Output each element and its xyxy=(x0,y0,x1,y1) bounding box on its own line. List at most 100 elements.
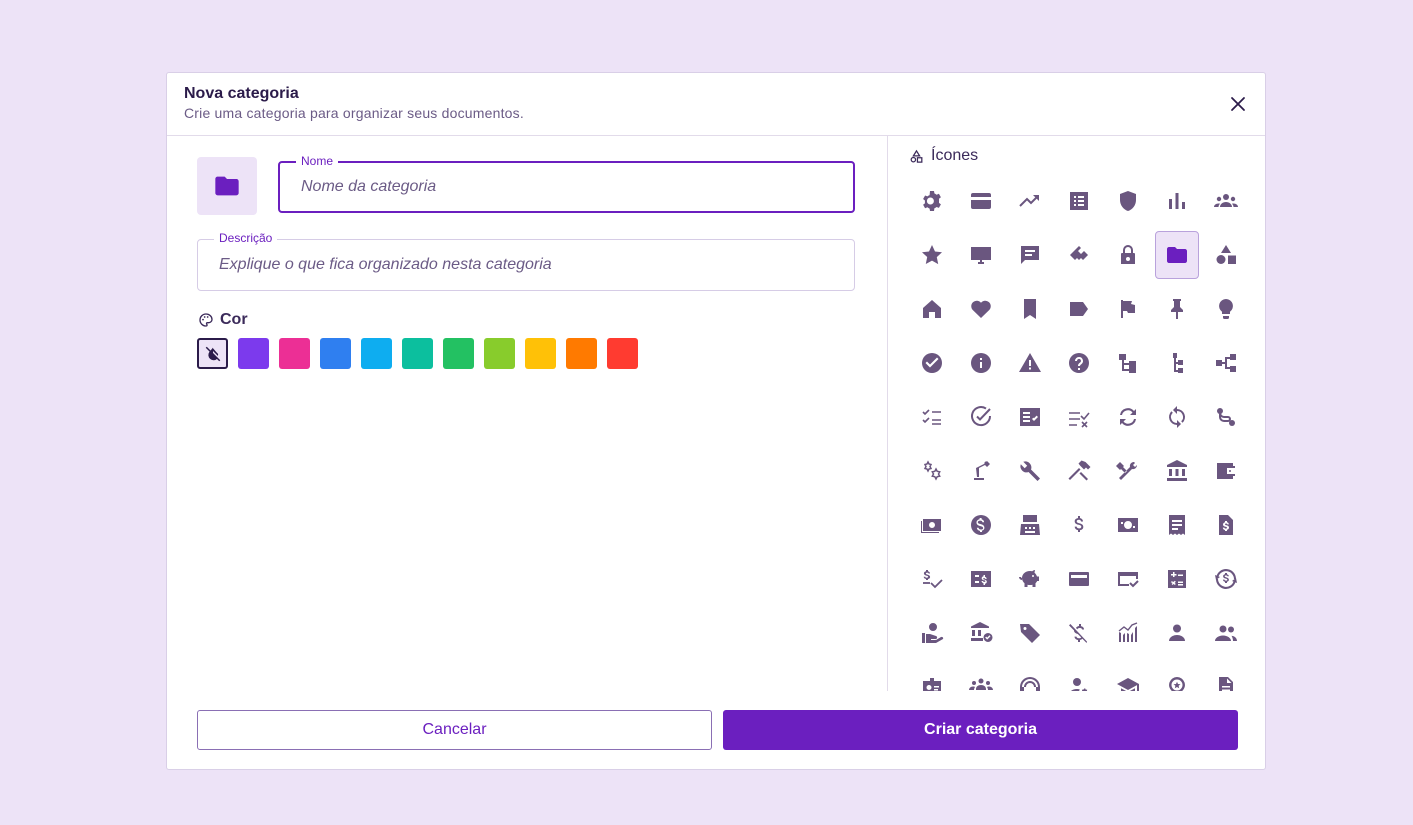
icon-option-chat[interactable] xyxy=(1008,231,1052,279)
icon-option-check-circle[interactable] xyxy=(910,339,954,387)
icon-option-monitor[interactable] xyxy=(959,231,1003,279)
icon-option-receipt[interactable] xyxy=(1155,501,1199,549)
icon-option-tools[interactable] xyxy=(1106,447,1150,495)
color-swatch[interactable] xyxy=(443,338,474,369)
color-swatch[interactable] xyxy=(279,338,310,369)
icon-option-piggy-bank[interactable] xyxy=(1008,555,1052,603)
icon-option-shield[interactable] xyxy=(1106,177,1150,225)
icon-option-person[interactable] xyxy=(1155,609,1199,657)
icon-option-rule[interactable] xyxy=(1057,393,1101,441)
icon-option-fact-check[interactable] xyxy=(1008,393,1052,441)
icon-option-heart[interactable] xyxy=(959,285,1003,333)
icon-option-money-off[interactable] xyxy=(1057,609,1101,657)
icon-option-bookmark[interactable] xyxy=(1008,285,1052,333)
icon-option-gears[interactable] xyxy=(910,447,954,495)
icon-option-card-check[interactable] xyxy=(1106,555,1150,603)
description-input[interactable] xyxy=(198,240,854,290)
icon-option-coin-wallet[interactable] xyxy=(1057,555,1101,603)
icon-option-hammer[interactable] xyxy=(1057,447,1101,495)
create-category-button[interactable]: Criar categoria xyxy=(723,710,1238,750)
color-swatch[interactable] xyxy=(484,338,515,369)
color-swatch[interactable] xyxy=(402,338,433,369)
icon-option-task-alt[interactable] xyxy=(959,393,1003,441)
icon-option-currency-exchange[interactable] xyxy=(1204,555,1248,603)
help-icon xyxy=(1068,353,1089,373)
new-category-dialog: Nova categoria Crie uma categoria para o… xyxy=(166,72,1266,770)
icon-option-calculator[interactable] xyxy=(1155,555,1199,603)
icon-option-shapes[interactable] xyxy=(1204,231,1248,279)
icon-option-label[interactable] xyxy=(1057,285,1101,333)
icon-option-credit-card[interactable] xyxy=(959,177,1003,225)
icon-option-star[interactable] xyxy=(910,231,954,279)
icon-option-groups[interactable] xyxy=(1204,177,1248,225)
icon-cell xyxy=(907,390,956,444)
icon-option-trending-up[interactable] xyxy=(1008,177,1052,225)
name-input[interactable] xyxy=(280,163,853,211)
gears-icon xyxy=(923,460,941,481)
icon-option-chart-line[interactable] xyxy=(1106,609,1150,657)
icon-option-account-tree[interactable] xyxy=(1106,339,1150,387)
icon-option-bank[interactable] xyxy=(1155,447,1199,495)
icon-option-precision[interactable] xyxy=(959,447,1003,495)
icon-option-people[interactable] xyxy=(1204,609,1248,657)
icon-option-gear[interactable] xyxy=(910,177,954,225)
icon-option-invoice[interactable] xyxy=(1204,501,1248,549)
icon-option-warning[interactable] xyxy=(1008,339,1052,387)
icon-option-pin[interactable] xyxy=(1155,285,1199,333)
color-swatch[interactable] xyxy=(566,338,597,369)
icon-option-tag[interactable] xyxy=(1008,609,1052,657)
icon-option-dollar-box[interactable] xyxy=(959,555,1003,603)
name-label: Nome xyxy=(296,154,339,168)
icon-option-flag[interactable] xyxy=(1106,285,1150,333)
icon-option-hand-coins[interactable] xyxy=(910,609,954,657)
icon-cell xyxy=(1054,552,1103,606)
close-button[interactable] xyxy=(1225,91,1251,117)
icon-option-payments[interactable] xyxy=(1106,501,1150,549)
bank-icon xyxy=(1166,460,1187,481)
icon-option-handshake[interactable] xyxy=(1057,231,1101,279)
icon-option-badge[interactable] xyxy=(910,663,954,691)
icon-option-support[interactable] xyxy=(1008,663,1052,691)
icon-cell xyxy=(907,336,956,390)
icon-option-team[interactable] xyxy=(959,663,1003,691)
icon-option-info[interactable] xyxy=(959,339,1003,387)
icon-option-school[interactable] xyxy=(1106,663,1150,691)
icon-option-document[interactable] xyxy=(1204,663,1248,691)
color-swatch[interactable] xyxy=(361,338,392,369)
icon-option-wrench[interactable] xyxy=(1008,447,1052,495)
color-swatch[interactable] xyxy=(607,338,638,369)
tag-icon xyxy=(1019,624,1040,643)
icon-option-lock[interactable] xyxy=(1106,231,1150,279)
color-swatch-none[interactable] xyxy=(197,338,228,369)
icon-option-manage-accounts[interactable] xyxy=(1057,663,1101,691)
cancel-button[interactable]: Cancelar xyxy=(197,710,712,750)
icon-option-lightbulb[interactable] xyxy=(1204,285,1248,333)
price-check-icon xyxy=(922,570,943,589)
icon-option-folder[interactable] xyxy=(1154,231,1199,279)
icon-option-dollar[interactable] xyxy=(1057,501,1101,549)
icon-option-money[interactable] xyxy=(910,501,954,549)
icon-option-award[interactable] xyxy=(1155,663,1199,691)
color-swatch[interactable] xyxy=(525,338,556,369)
icon-option-bank-check[interactable] xyxy=(959,609,1003,657)
icon-option-bar-chart[interactable] xyxy=(1155,177,1199,225)
invoice-icon xyxy=(1218,515,1233,535)
icon-option-tree[interactable] xyxy=(1155,339,1199,387)
icon-option-list[interactable] xyxy=(1057,177,1101,225)
tools-icon xyxy=(1115,461,1137,480)
icon-cell xyxy=(1005,660,1054,691)
icon-option-checklist[interactable] xyxy=(910,393,954,441)
icon-option-price-check[interactable] xyxy=(910,555,954,603)
icon-option-loop[interactable] xyxy=(1155,393,1199,441)
icon-option-hub[interactable] xyxy=(1204,339,1248,387)
icon-option-home[interactable] xyxy=(910,285,954,333)
icon-option-help[interactable] xyxy=(1057,339,1101,387)
icon-option-cash-register[interactable] xyxy=(1008,501,1052,549)
icon-option-route[interactable] xyxy=(1204,393,1248,441)
category-icon-preview xyxy=(197,157,257,215)
color-swatch[interactable] xyxy=(238,338,269,369)
color-swatch[interactable] xyxy=(320,338,351,369)
icon-option-dollar-circle[interactable] xyxy=(959,501,1003,549)
icon-option-sync[interactable] xyxy=(1106,393,1150,441)
icon-option-wallet[interactable] xyxy=(1204,447,1248,495)
